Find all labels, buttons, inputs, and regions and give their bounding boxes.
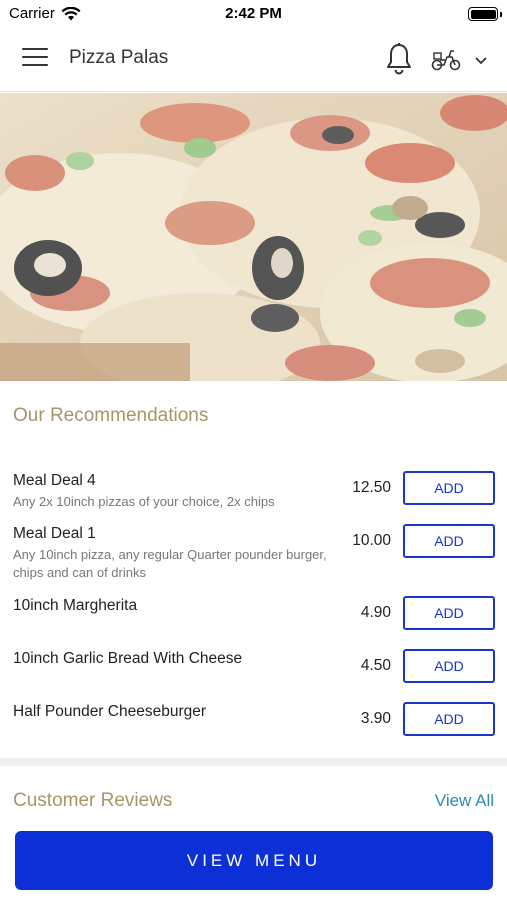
view-all-reviews-link[interactable]: View All (435, 791, 494, 811)
item-name: Half Pounder Cheeseburger (13, 703, 207, 720)
add-button[interactable]: ADD (403, 471, 495, 505)
add-button[interactable]: ADD (403, 702, 495, 736)
add-button[interactable]: ADD (403, 596, 495, 630)
scooter-icon (431, 50, 461, 71)
status-bar: Carrier 2:42 PM (0, 0, 507, 28)
bell-icon[interactable] (384, 42, 414, 76)
status-time: 2:42 PM (225, 5, 282, 22)
reviews-title: Customer Reviews (13, 790, 173, 811)
item-price: 12.50 (352, 479, 391, 496)
restaurant-title: Pizza Palas (69, 47, 169, 68)
item-description: Any 10inch pizza, any regular Quarter po… (13, 547, 327, 580)
section-divider (0, 758, 507, 766)
recommendations-title: Our Recommendations (13, 405, 209, 426)
item-price: 4.50 (360, 657, 391, 674)
hamburger-menu-icon[interactable] (22, 48, 48, 70)
item-name: 10inch Garlic Bread With Cheese (13, 650, 243, 667)
item-description: Any 2x 10inch pizzas of your choice, 2x … (13, 494, 275, 509)
item-name: 10inch Margherita (13, 597, 138, 614)
item-name: Meal Deal 4 (13, 472, 96, 489)
item-price: 3.90 (360, 710, 391, 727)
app-header: Pizza Palas (0, 28, 507, 92)
add-button[interactable]: ADD (403, 649, 495, 683)
delivery-mode-selector[interactable] (430, 46, 494, 74)
hero-pizza-image (0, 93, 507, 381)
view-menu-button[interactable]: VIEW MENU (15, 831, 493, 890)
item-price: 10.00 (352, 532, 391, 549)
item-price: 4.90 (360, 604, 391, 621)
battery-icon (468, 7, 502, 21)
add-button[interactable]: ADD (403, 524, 495, 558)
item-name: Meal Deal 1 (13, 525, 96, 542)
chevron-down-icon (475, 57, 487, 65)
